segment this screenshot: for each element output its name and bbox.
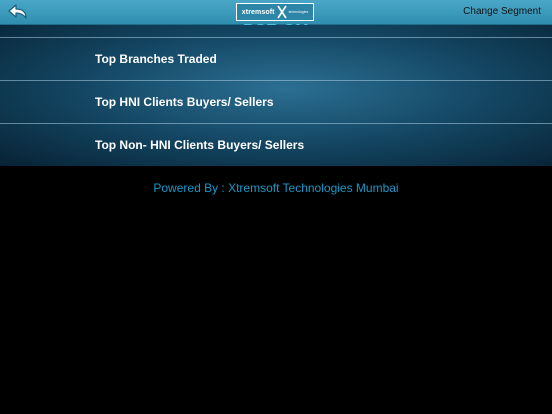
menu-panel: Top Branches Traded Top HNI Clients Buye… xyxy=(0,25,552,166)
menu-item-top-hni-clients[interactable]: Top HNI Clients Buyers/ Sellers xyxy=(0,81,552,123)
change-segment-button[interactable]: Change Segment xyxy=(463,6,541,17)
menu-item-label: Top HNI Clients Buyers/ Sellers xyxy=(95,95,274,109)
logo-subtext: technologies xyxy=(288,10,309,14)
logo-x-mark-icon xyxy=(276,5,287,19)
brand-logo: xtremsoft technologies xyxy=(236,3,314,21)
back-button[interactable] xyxy=(6,2,32,22)
menu-item-top-branches-traded[interactable]: Top Branches Traded xyxy=(0,38,552,80)
logo-text: xtremsoft xyxy=(241,8,275,16)
menu-item-label: Top Non- HNI Clients Buyers/ Sellers xyxy=(95,138,305,152)
menu-item-label: Top Branches Traded xyxy=(95,52,217,66)
menu-item-top-non-hni-clients[interactable]: Top Non- HNI Clients Buyers/ Sellers xyxy=(0,124,552,166)
powered-by-text: Powered By : Xtremsoft Technologies Mumb… xyxy=(153,181,399,195)
app-screen: xtremsoft technologies Change Segment BS… xyxy=(0,0,552,414)
back-arrow-icon xyxy=(8,4,27,19)
